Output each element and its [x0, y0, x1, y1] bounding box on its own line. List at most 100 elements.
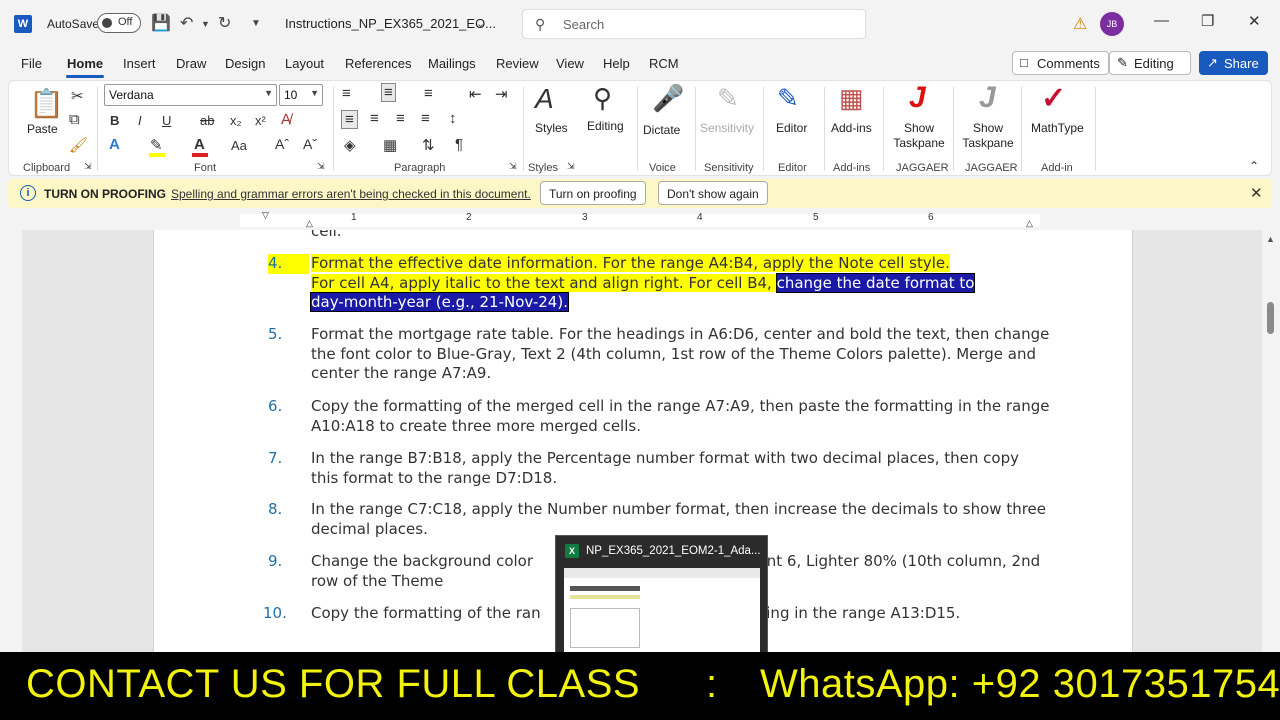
find-icon[interactable]: ⚲	[593, 83, 612, 114]
paragraph-launcher-icon[interactable]: ⇲	[509, 161, 517, 172]
styles-launcher-icon[interactable]: ⇲	[567, 161, 575, 172]
tab-file[interactable]: File	[21, 56, 42, 71]
excel-window-thumbnail[interactable]: X NP_EX365_2021_EOM2-1_Ada...	[555, 535, 768, 656]
search-box[interactable]: ⚲ Search	[522, 9, 866, 39]
bold-icon[interactable]: B	[110, 113, 119, 128]
document-title[interactable]: Instructions_NP_EX365_2021_EO...	[285, 16, 496, 31]
tab-layout[interactable]: Layout	[285, 56, 324, 71]
numbering-icon[interactable]: ≡	[381, 83, 396, 102]
minimize-icon[interactable]: —	[1154, 12, 1169, 29]
jaggaer-gray-icon[interactable]: J	[979, 81, 996, 115]
grow-font-icon[interactable]: Aˆ	[275, 136, 289, 152]
multilevel-list-icon[interactable]: ≡	[424, 85, 433, 102]
jaggaer-red-icon[interactable]: J	[909, 81, 926, 115]
close-message-icon[interactable]: ✕	[1250, 184, 1263, 202]
separator	[883, 87, 884, 171]
scroll-up-icon[interactable]: ▲	[1266, 234, 1275, 244]
ruler-right-indent-icon[interactable]: △	[1026, 218, 1033, 229]
close-icon[interactable]: ✕	[1248, 12, 1261, 30]
comments-button[interactable]: □ Comments	[1012, 51, 1109, 75]
editing-mode-button[interactable]: ✎ Editing	[1109, 51, 1191, 75]
ruler-hanging-indent-icon[interactable]: △	[306, 218, 313, 229]
dictate-button[interactable]: Dictate	[643, 123, 680, 137]
cut-icon[interactable]: ✂	[71, 87, 84, 105]
title-chevron-down-icon[interactable]: ⌄	[476, 17, 485, 30]
justify-icon[interactable]: ≡	[421, 110, 430, 127]
underline-icon[interactable]: U	[162, 113, 171, 128]
superscript-icon[interactable]: x²	[255, 113, 266, 128]
clear-formatting-icon[interactable]: A̸	[281, 111, 291, 128]
autosave-toggle[interactable]: Off	[97, 13, 141, 33]
line-spacing-icon[interactable]: ↕	[449, 110, 457, 127]
borders-icon[interactable]: ▦	[383, 136, 397, 154]
subscript-icon[interactable]: x₂	[230, 113, 242, 128]
dont-show-again-button[interactable]: Don't show again	[658, 181, 768, 205]
highlight-color-icon[interactable]: ✎	[150, 136, 163, 154]
tab-rcm[interactable]: RCM	[649, 56, 679, 71]
microphone-icon[interactable]: 🎤	[652, 83, 684, 114]
tab-design[interactable]: Design	[225, 56, 265, 71]
tab-review[interactable]: Review	[496, 56, 539, 71]
bullets-icon[interactable]: ≡	[342, 85, 351, 102]
font-color-icon[interactable]: A	[194, 136, 205, 153]
tab-insert[interactable]: Insert	[123, 56, 156, 71]
proofing-message-link[interactable]: Spelling and grammar errors aren't being…	[171, 187, 531, 201]
paste-icon[interactable]: 📋	[29, 87, 64, 120]
sensitivity-icon[interactable]: ✎	[717, 83, 739, 114]
user-avatar[interactable]: JB	[1100, 12, 1124, 36]
italic-icon[interactable]: I	[138, 113, 142, 128]
group-styles-label: Styles	[528, 162, 558, 174]
scroll-thumb[interactable]	[1267, 302, 1274, 334]
font-launcher-icon[interactable]: ⇲	[317, 161, 325, 172]
increase-indent-icon[interactable]: ⇥	[495, 85, 508, 103]
align-right-icon[interactable]: ≡	[396, 110, 405, 127]
vertical-scrollbar[interactable]: ▲	[1262, 230, 1280, 652]
align-center-icon[interactable]: ≡	[370, 110, 379, 127]
ruler-indent-marker-icon[interactable]: ▽	[262, 210, 269, 221]
format-painter-icon[interactable]: 🖌	[69, 136, 88, 154]
show-taskpane-button-1[interactable]: Show Taskpane	[889, 121, 949, 151]
customize-qat-icon[interactable]: ▼	[251, 18, 261, 29]
save-icon[interactable]: 💾	[151, 13, 171, 33]
share-button[interactable]: ↗ Share	[1199, 51, 1268, 75]
sensitivity-button[interactable]: Sensitivity	[700, 121, 754, 135]
addins-button[interactable]: Add-ins	[831, 121, 872, 135]
copy-icon[interactable]: ⧉	[69, 111, 80, 128]
show-formatting-icon[interactable]: ¶	[455, 136, 463, 153]
editor-icon[interactable]: ✎	[777, 83, 799, 114]
change-case-icon[interactable]: Aa	[231, 138, 247, 153]
styles-icon[interactable]: A	[535, 83, 554, 115]
editor-button[interactable]: Editor	[776, 121, 807, 135]
tab-help[interactable]: Help	[603, 56, 630, 71]
mathtype-button[interactable]: MathType	[1031, 121, 1084, 135]
tab-references[interactable]: References	[345, 56, 411, 71]
mathtype-icon[interactable]: ✓	[1041, 81, 1066, 116]
strikethrough-icon[interactable]: ab	[200, 113, 214, 128]
warning-icon[interactable]: ⚠	[1073, 14, 1087, 34]
show-taskpane-button-2[interactable]: Show Taskpane	[958, 121, 1018, 151]
decrease-indent-icon[interactable]: ⇤	[469, 85, 482, 103]
styles-button[interactable]: Styles	[535, 121, 568, 135]
addins-grid-icon[interactable]: ▦	[839, 83, 864, 114]
shrink-font-icon[interactable]: Aˇ	[303, 136, 317, 152]
align-left-icon[interactable]: ≡	[341, 110, 358, 129]
undo-dropdown-icon[interactable]: ▼	[201, 19, 210, 29]
undo-icon[interactable]: ↶	[180, 13, 193, 33]
shading-icon[interactable]: ◈	[344, 136, 356, 154]
text-effects-icon[interactable]: A	[109, 136, 120, 153]
font-size-combo[interactable]: 10 ▼	[279, 84, 323, 106]
tab-draw[interactable]: Draw	[176, 56, 206, 71]
sort-icon[interactable]: ⇅	[422, 136, 435, 154]
tab-mailings[interactable]: Mailings	[428, 56, 476, 71]
tab-view[interactable]: View	[556, 56, 584, 71]
tab-home[interactable]: Home	[67, 56, 103, 71]
editing-button[interactable]: Editing	[587, 119, 624, 133]
clipboard-launcher-icon[interactable]: ⇲	[84, 161, 92, 172]
paste-button[interactable]: Paste	[27, 122, 58, 136]
collapse-ribbon-icon[interactable]: ⌃	[1249, 159, 1259, 173]
restore-icon[interactable]: ❐	[1201, 12, 1214, 30]
separator	[1095, 87, 1096, 171]
turn-on-proofing-button[interactable]: Turn on proofing	[540, 181, 646, 205]
font-name-combo[interactable]: Verdana ▼	[104, 84, 277, 106]
redo-icon[interactable]: ↻	[218, 13, 231, 33]
